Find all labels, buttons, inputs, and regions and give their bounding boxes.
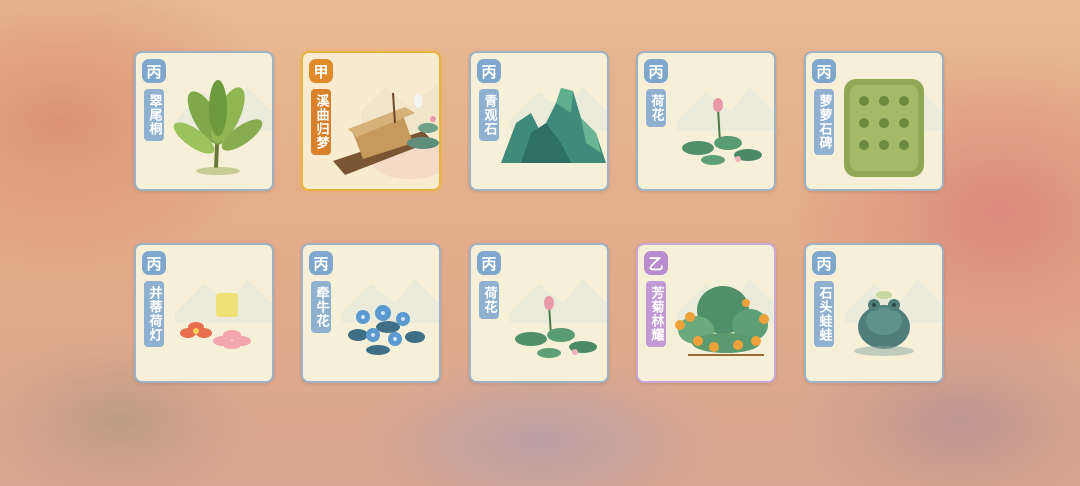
morning-glory-icon: [348, 305, 425, 355]
item-name: 石头蛙蛙: [814, 281, 834, 347]
item-card[interactable]: 丙 牵牛花: [301, 243, 441, 383]
rank-badge: 乙: [644, 251, 668, 275]
chrysanthemum-icon: [675, 286, 769, 356]
rock-icon: [501, 88, 606, 163]
rank-badge: 丙: [477, 59, 501, 83]
item-name: 牵牛花: [311, 281, 331, 333]
rank-badge: 丙: [812, 59, 836, 83]
item-name: 翠尾桐: [144, 89, 164, 141]
rank-badge: 丙: [142, 251, 166, 275]
item-card[interactable]: 乙 芳菊林耀: [636, 243, 776, 383]
item-card[interactable]: 丙 萝萝石碑: [804, 51, 944, 191]
item-card[interactable]: 丙 荷花: [636, 51, 776, 191]
item-card[interactable]: 丙 荷花: [469, 243, 609, 383]
rank-badge: 丙: [142, 59, 166, 83]
lotus-icon: [515, 296, 597, 358]
lantern-icon: [180, 293, 251, 349]
item-name: 青观石: [479, 89, 499, 141]
item-name: 溪曲归梦: [311, 89, 331, 155]
stele-icon: [844, 79, 924, 177]
lotus-icon: [682, 98, 762, 165]
rank-badge: 丙: [644, 59, 668, 83]
item-name: 芳菊林耀: [646, 281, 666, 347]
frog-icon: [854, 291, 914, 356]
item-name: 荷花: [479, 281, 499, 319]
item-name: 并蒂荷灯: [144, 281, 164, 347]
item-card[interactable]: 丙 并蒂荷灯: [134, 243, 274, 383]
rank-badge: 丙: [812, 251, 836, 275]
item-name: 萝萝石碑: [814, 89, 834, 155]
boat-icon: [333, 92, 439, 175]
item-card[interactable]: 丙 石头蛙蛙: [804, 243, 944, 383]
item-card[interactable]: 丙 青观石: [469, 51, 609, 191]
item-card[interactable]: 丙 翠尾桐: [134, 51, 274, 191]
rank-badge: 甲: [309, 59, 333, 83]
plant-icon: [173, 80, 263, 175]
item-card[interactable]: 甲 溪曲归梦: [301, 51, 441, 191]
item-grid: 丙 翠尾桐 甲 溪曲归梦 丙 青观石 丙 荷花 丙 萝萝石碑 丙 并蒂荷灯 丙 …: [0, 0, 1080, 486]
item-name: 荷花: [646, 89, 666, 127]
rank-badge: 丙: [309, 251, 333, 275]
rank-badge: 丙: [477, 251, 501, 275]
